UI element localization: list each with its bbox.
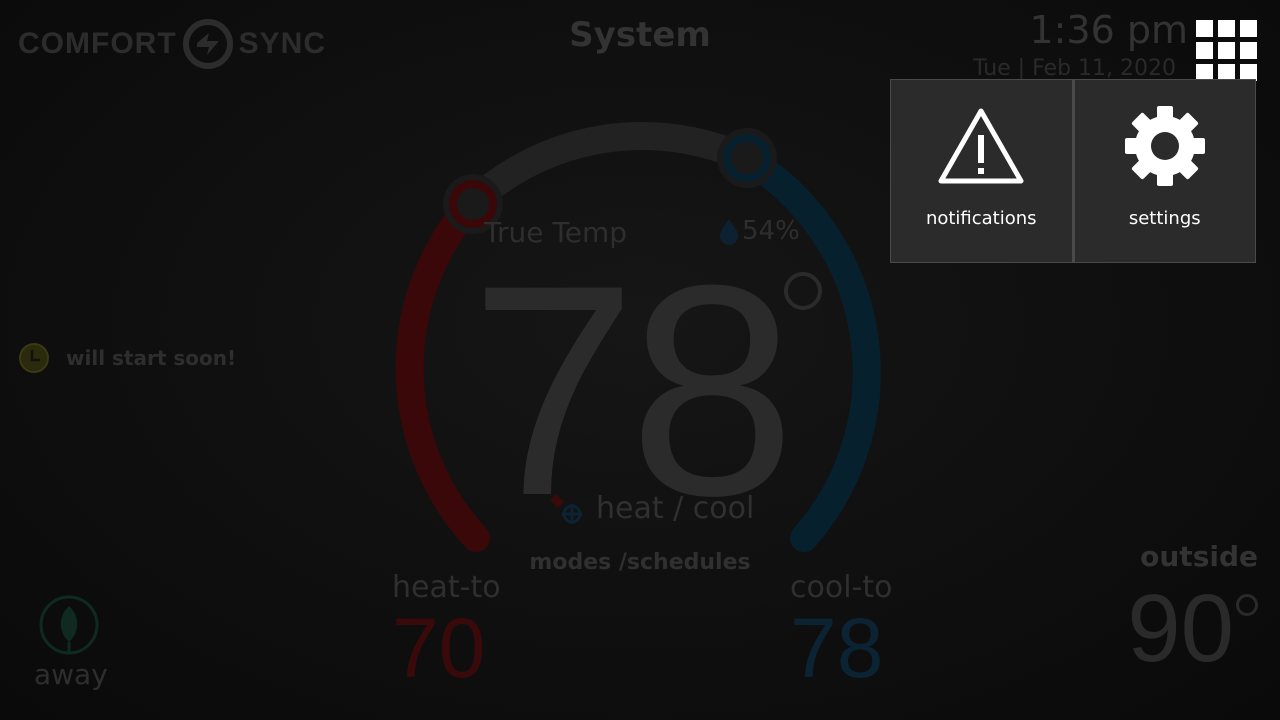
schedule-status: will start soon! [18, 342, 236, 374]
degree-symbol [784, 272, 822, 310]
clock-time: 1:36 pm [1029, 8, 1188, 52]
heat-to-value[interactable]: 70 [392, 600, 485, 697]
heat-cool-icon [550, 494, 582, 524]
clock-icon [19, 343, 49, 373]
notifications-label: notifications [925, 208, 1037, 229]
cool-to-value[interactable]: 78 [790, 600, 883, 697]
gear-icon [1124, 106, 1205, 186]
comfort-sync-logo: COMFORT SYNC [18, 18, 326, 70]
away-label[interactable]: away [34, 658, 108, 691]
logo-mark-icon [182, 19, 233, 69]
away-leaf-icon[interactable] [38, 594, 100, 656]
schedule-status-text: will start soon! [66, 346, 237, 370]
outside-temperature: 90 [1127, 575, 1234, 682]
settings-label: settings [1128, 208, 1201, 229]
mode-indicator[interactable]: heat / cool [546, 490, 754, 526]
quick-menu: notifications settings [890, 79, 1256, 263]
outside-degree-symbol [1236, 594, 1258, 616]
outside-label: outside [1140, 540, 1258, 573]
logo-text-left: COMFORT [18, 27, 177, 60]
app-grid-icon[interactable] [1196, 20, 1258, 81]
logo-text-right: SYNC [238, 27, 326, 60]
notifications-button[interactable]: notifications [890, 79, 1073, 263]
warning-icon [938, 108, 1024, 184]
mode-label: heat / cool [596, 490, 755, 526]
page-title: System [569, 15, 711, 55]
settings-button[interactable]: settings [1072, 79, 1256, 263]
cool-setpoint-handle[interactable] [717, 128, 777, 188]
clock-date: Tue | Feb 11, 2020 [973, 56, 1176, 81]
modes-schedules-link[interactable]: modes /schedules [520, 550, 760, 575]
